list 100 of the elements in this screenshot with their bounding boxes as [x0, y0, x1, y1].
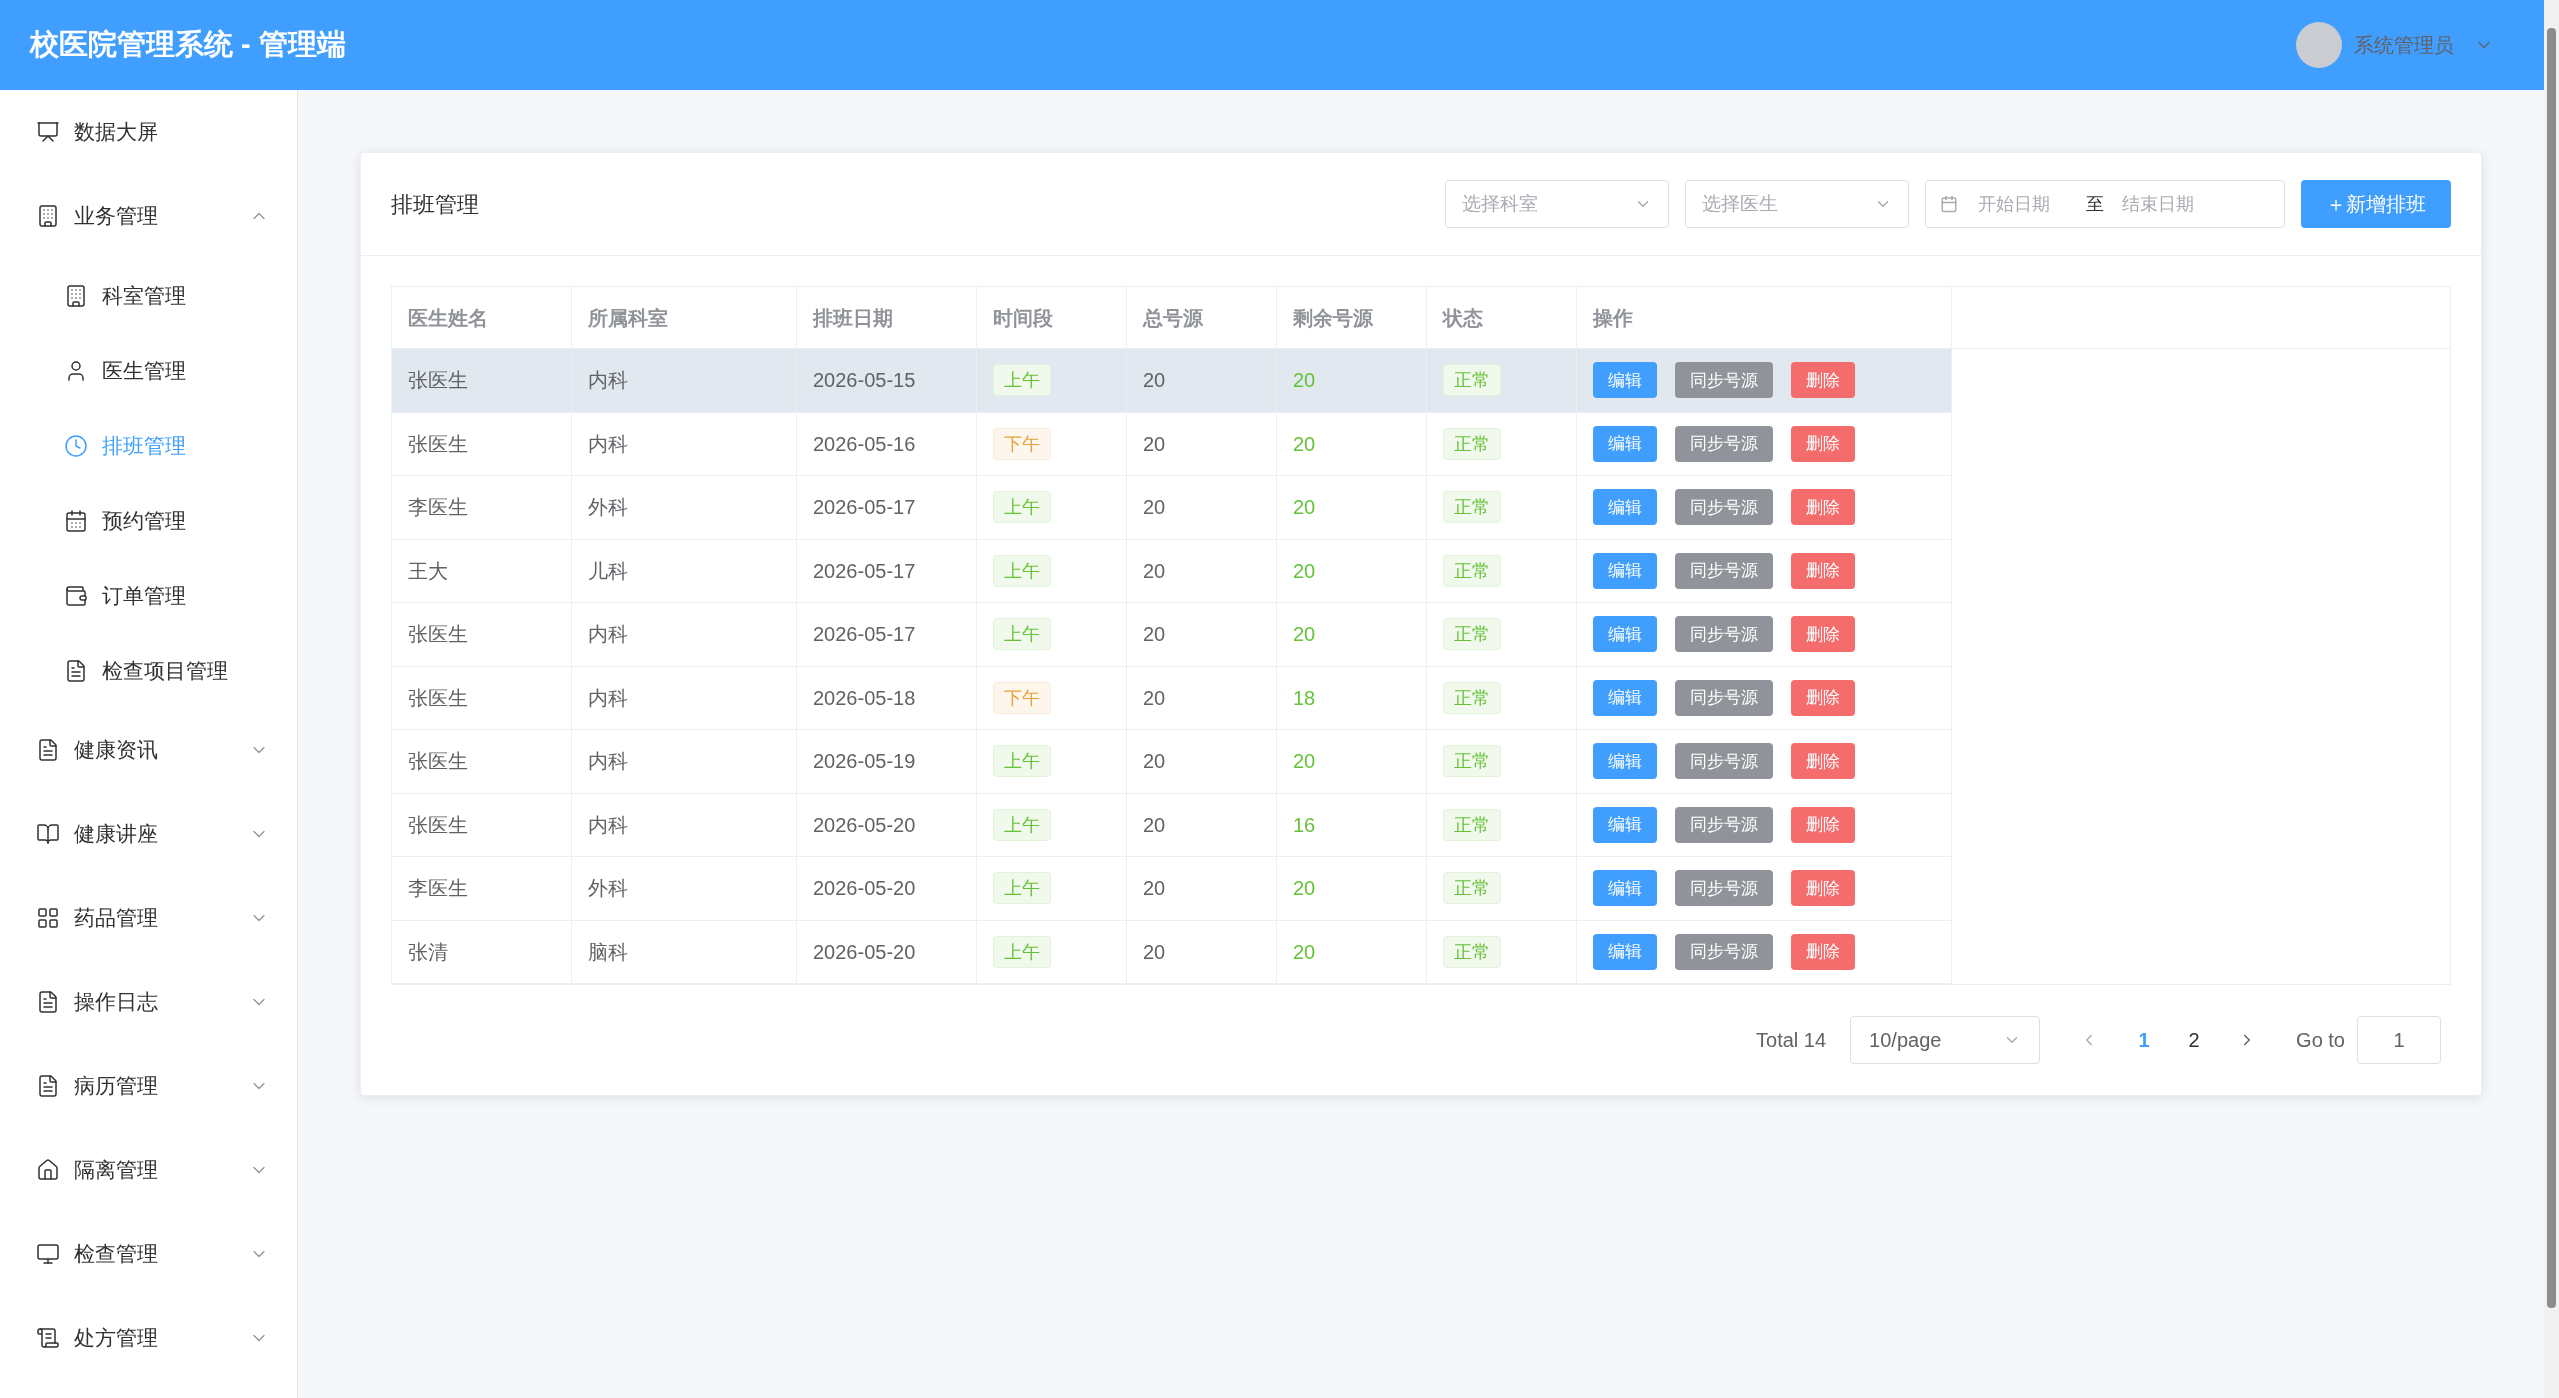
- page-number[interactable]: 1: [2128, 1025, 2161, 1055]
- table-cell-text: 2026-05-20: [813, 939, 916, 965]
- end-date-field[interactable]: 结束日期: [2122, 190, 2212, 218]
- house-icon: [36, 1158, 60, 1182]
- table-cell-text: 20: [1143, 431, 1166, 457]
- status-tag: 正常: [1443, 427, 1501, 460]
- column-header: 所属科室: [588, 305, 668, 331]
- row-action-button[interactable]: 编辑: [1593, 425, 1657, 462]
- row-action-button[interactable]: 删除: [1791, 743, 1855, 780]
- sidebar-item[interactable]: 检查管理: [0, 1212, 297, 1296]
- row-action-button[interactable]: 删除: [1791, 616, 1855, 653]
- table-cell-text: 张医生: [408, 368, 468, 394]
- department-select[interactable]: 选择科室: [1445, 180, 1669, 228]
- sidebar-item[interactable]: 病历管理: [0, 1044, 297, 1128]
- table-cell-text: 2026-05-16: [813, 431, 916, 457]
- add-schedule-button[interactable]: ＋新增排班: [2301, 180, 2451, 228]
- status-tag: 上午: [993, 808, 1051, 841]
- row-action-button[interactable]: 删除: [1791, 806, 1855, 843]
- sidebar-item[interactable]: 订单管理: [0, 558, 297, 633]
- sidebar-item[interactable]: 操作日志: [0, 960, 297, 1044]
- table-cell-text: 20: [1143, 812, 1166, 838]
- sidebar-item[interactable]: 业务管理: [0, 174, 297, 258]
- table-cell-text: 20: [1293, 622, 1316, 648]
- row-action-button[interactable]: 删除: [1791, 489, 1855, 526]
- table-cell-text: 张医生: [408, 749, 468, 775]
- table-cell-text: 内科: [588, 622, 628, 648]
- status-tag: 上午: [993, 364, 1051, 397]
- status-tag: 正常: [1443, 872, 1501, 905]
- row-action-button[interactable]: 同步号源: [1675, 425, 1773, 462]
- sidebar-item[interactable]: 排班管理: [0, 408, 297, 483]
- row-action-button[interactable]: 编辑: [1593, 552, 1657, 589]
- table-cell-text: 20: [1143, 685, 1166, 711]
- table-cell-text: 20: [1143, 749, 1166, 775]
- row-action-button[interactable]: 编辑: [1593, 933, 1657, 970]
- date-range-picker[interactable]: 开始日期 至 结束日期: [1925, 180, 2285, 228]
- table-cell-text: 内科: [588, 812, 628, 838]
- row-action-button[interactable]: 同步号源: [1675, 552, 1773, 589]
- table-cell-text: 2026-05-17: [813, 495, 916, 521]
- start-date-field[interactable]: 开始日期: [1978, 190, 2068, 218]
- goto-page-field[interactable]: 1: [2357, 1016, 2441, 1064]
- row-action-button[interactable]: 删除: [1791, 552, 1855, 589]
- sidebar-item[interactable]: 科室管理: [0, 258, 297, 333]
- row-action-button[interactable]: 删除: [1791, 679, 1855, 716]
- sidebar-item[interactable]: 健康资讯: [0, 708, 297, 792]
- sidebar-item[interactable]: 药品管理: [0, 876, 297, 960]
- row-action-button[interactable]: 删除: [1791, 870, 1855, 907]
- page-number[interactable]: 2: [2178, 1025, 2211, 1055]
- sidebar-item[interactable]: 医生管理: [0, 333, 297, 408]
- user-name[interactable]: 系统管理员: [2354, 30, 2454, 60]
- table-cell-text: 脑科: [588, 939, 628, 965]
- row-action-button[interactable]: 同步号源: [1675, 933, 1773, 970]
- row-action-button[interactable]: 编辑: [1593, 870, 1657, 907]
- row-action-button[interactable]: 同步号源: [1675, 616, 1773, 653]
- column-header: 操作: [1593, 305, 1633, 331]
- sidebar-item[interactable]: 处方管理: [0, 1296, 297, 1380]
- sidebar-item[interactable]: 隔离管理: [0, 1128, 297, 1212]
- table-cell-text: 内科: [588, 368, 628, 394]
- table-cell-text: 2026-05-17: [813, 558, 916, 584]
- sidebar-item[interactable]: 健康讲座: [0, 792, 297, 876]
- card-title: 排班管理: [391, 190, 480, 219]
- sidebar-item[interactable]: 数据大屏: [0, 90, 297, 174]
- page-size-select[interactable]: 10/page: [1850, 1016, 2041, 1064]
- avatar-photo-placeholder: [2296, 22, 2342, 68]
- row-action-button[interactable]: 编辑: [1593, 616, 1657, 653]
- row-action-button[interactable]: 删除: [1791, 933, 1855, 970]
- row-action-button[interactable]: 删除: [1791, 362, 1855, 399]
- sidebar-item[interactable]: 预约管理: [0, 483, 297, 558]
- status-tag: 下午: [993, 681, 1051, 714]
- row-action-button[interactable]: 同步号源: [1675, 489, 1773, 526]
- table-cell-text: 内科: [588, 431, 628, 457]
- doctor-select[interactable]: 选择医生: [1685, 180, 1909, 228]
- status-tag: 正常: [1443, 935, 1501, 968]
- row-action-button[interactable]: 编辑: [1593, 806, 1657, 843]
- row-action-button[interactable]: 编辑: [1593, 489, 1657, 526]
- row-action-button[interactable]: 同步号源: [1675, 870, 1773, 907]
- table-cell-text: 外科: [588, 495, 628, 521]
- row-action-button[interactable]: 编辑: [1593, 743, 1657, 780]
- column-header: 排班日期: [813, 305, 893, 331]
- status-tag: 上午: [993, 618, 1051, 651]
- row-action-button[interactable]: 同步号源: [1675, 806, 1773, 843]
- document-icon: [36, 990, 60, 1014]
- calendar-icon: [1940, 195, 1958, 213]
- table-cell-text: 2026-05-15: [813, 368, 916, 394]
- row-action-button[interactable]: 编辑: [1593, 362, 1657, 399]
- sidebar-item[interactable]: 检查项目管理: [0, 633, 297, 708]
- status-tag: 正常: [1443, 491, 1501, 524]
- row-action-button[interactable]: 编辑: [1593, 679, 1657, 716]
- table-cell-text: 16: [1293, 812, 1316, 838]
- table-cell-text: 张清: [408, 939, 448, 965]
- document-icon: [64, 658, 88, 683]
- status-tag: 正常: [1443, 745, 1501, 778]
- scrollbar[interactable]: [2544, 0, 2559, 1398]
- row-action-button[interactable]: 同步号源: [1675, 679, 1773, 716]
- table-cell-text: 内科: [588, 749, 628, 775]
- row-action-button[interactable]: 同步号源: [1675, 743, 1773, 780]
- row-action-button[interactable]: 删除: [1791, 425, 1855, 462]
- row-action-button[interactable]: 同步号源: [1675, 362, 1773, 399]
- total-count: Total 14: [1756, 1028, 1827, 1053]
- table-cell-text: 20: [1293, 495, 1316, 521]
- status-tag: 上午: [993, 872, 1051, 905]
